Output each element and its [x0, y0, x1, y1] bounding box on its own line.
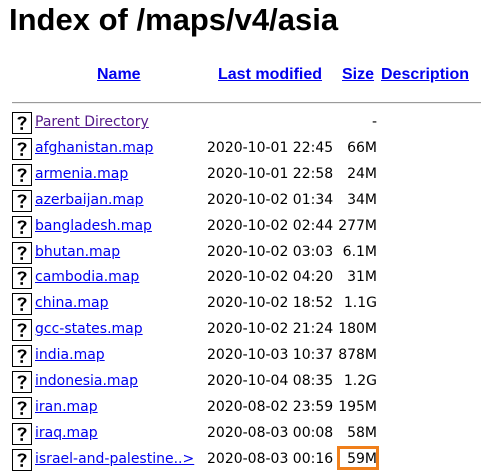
unknown-file-icon: [12, 242, 32, 264]
file-row: iraq.map 2020-08-03 00:08 58M: [0, 422, 481, 448]
file-row: india.map 2020-10-03 10:37 878M: [0, 344, 481, 370]
last-modified-cell: 2020-10-02 03:03: [207, 244, 334, 260]
unknown-file-icon: [12, 138, 32, 160]
last-modified-cell: 2020-10-01 22:58: [207, 166, 334, 182]
last-modified-cell: 2020-10-04 08:35: [207, 373, 334, 389]
file-link[interactable]: gcc-states.map: [35, 321, 143, 337]
file-link[interactable]: china.map: [35, 295, 108, 311]
unknown-file-icon: [12, 345, 32, 367]
file-link[interactable]: azerbaijan.map: [35, 192, 144, 208]
unknown-file-icon: [12, 449, 32, 471]
last-modified-cell: 2020-10-01 22:45: [207, 140, 334, 156]
unknown-file-icon: [12, 319, 32, 341]
file-row: israel-and-palestine..> 2020-08-03 00:16 5…: [0, 448, 481, 474]
last-modified-cell: 2020-10-02 01:34: [207, 192, 334, 208]
file-row: Parent Directory -: [0, 111, 481, 137]
file-row: afghanistan.map 2020-10-01 22:45 66M: [0, 137, 481, 163]
unknown-file-icon: [12, 293, 32, 315]
parent-directory-link[interactable]: Parent Directory: [35, 114, 149, 130]
size-cell: 6.1M: [342, 244, 377, 260]
last-modified-cell: 2020-08-03 00:08: [207, 425, 334, 441]
unknown-file-icon: [12, 371, 32, 393]
size-cell: 878M: [338, 347, 377, 363]
size-cell: 195M: [338, 399, 377, 415]
unknown-file-icon: [12, 397, 32, 419]
file-link[interactable]: cambodia.map: [35, 269, 139, 285]
file-row: cambodia.map 2020-10-02 04:20 31M: [0, 266, 481, 292]
last-modified-cell: 2020-08-03 00:16: [207, 451, 334, 467]
unknown-file-icon: [12, 190, 32, 212]
highlight-box: [337, 446, 379, 470]
file-row: azerbaijan.map 2020-10-02 01:34 34M: [0, 189, 481, 215]
sort-by-size-link[interactable]: Size: [342, 66, 374, 84]
size-cell: 1.1G: [343, 295, 377, 311]
last-modified-cell: 2020-10-02 18:52: [207, 295, 334, 311]
file-row: armenia.map 2020-10-01 22:58 24M: [0, 163, 481, 189]
unknown-file-icon: [12, 267, 32, 289]
file-row: bhutan.map 2020-10-02 03:03 6.1M: [0, 241, 481, 267]
size-cell: -: [371, 114, 377, 130]
last-modified-cell: 2020-08-02 23:59: [207, 399, 334, 415]
size-cell: 24M: [347, 166, 377, 182]
size-cell: 66M: [347, 140, 377, 156]
size-cell: 34M: [347, 192, 377, 208]
unknown-file-icon: [12, 423, 32, 445]
size-cell: 1.2G: [343, 373, 377, 389]
unknown-file-icon: [12, 164, 32, 186]
file-row: indonesia.map 2020-10-04 08:35 1.2G: [0, 370, 481, 396]
file-link[interactable]: israel-and-palestine..>: [35, 451, 194, 467]
size-cell: 277M: [338, 218, 377, 234]
file-link[interactable]: bangladesh.map: [35, 218, 152, 234]
file-link[interactable]: bhutan.map: [35, 244, 120, 260]
sort-by-last-modified-link[interactable]: Last modified: [218, 66, 322, 84]
size-cell: 180M: [338, 321, 377, 337]
unknown-file-icon: [12, 112, 32, 134]
file-row: gcc-states.map 2020-10-02 21:24 180M: [0, 318, 481, 344]
header-divider: [12, 102, 481, 104]
size-cell: 58M: [347, 425, 377, 441]
file-row: iran.map 2020-08-02 23:59 195M: [0, 396, 481, 422]
last-modified-cell: 2020-10-02 21:24: [207, 321, 334, 337]
sort-by-description-link[interactable]: Description: [381, 66, 469, 84]
last-modified-cell: 2020-10-02 02:44: [207, 218, 334, 234]
file-link[interactable]: iran.map: [35, 399, 98, 415]
last-modified-cell: 2020-10-02 04:20: [207, 269, 334, 285]
last-modified-cell: 2020-10-03 10:37: [207, 347, 334, 363]
size-cell: 31M: [347, 269, 377, 285]
file-link[interactable]: iraq.map: [35, 425, 98, 441]
file-row: bangladesh.map 2020-10-02 02:44 277M: [0, 215, 481, 241]
sort-by-name-link[interactable]: Name: [97, 66, 141, 84]
file-row: china.map 2020-10-02 18:52 1.1G: [0, 292, 481, 318]
file-link[interactable]: afghanistan.map: [35, 140, 153, 156]
unknown-file-icon: [12, 216, 32, 238]
page-title: Index of /maps/v4/asia: [9, 2, 339, 37]
file-link[interactable]: india.map: [35, 347, 105, 363]
file-link[interactable]: indonesia.map: [35, 373, 138, 389]
file-link[interactable]: armenia.map: [35, 166, 128, 182]
